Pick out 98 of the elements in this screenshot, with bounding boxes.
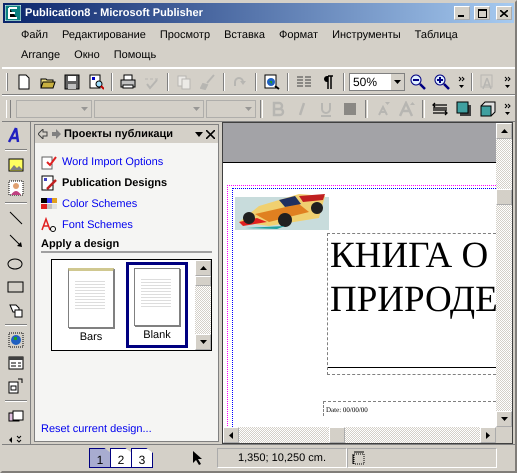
page-thumbnail (68, 268, 114, 328)
menu-item[interactable]: Окно (67, 46, 107, 65)
design-thumbnail[interactable]: Bars (60, 262, 122, 348)
scrollbar[interactable] (195, 260, 211, 350)
picture-frame-icon (8, 157, 24, 173)
close-button[interactable] (496, 6, 512, 20)
app-icon (5, 5, 21, 21)
color-swatches-icon (41, 196, 57, 212)
printer-icon (120, 74, 136, 90)
design-thumbnail[interactable]: Blank (126, 262, 188, 348)
dropdown-arrow-icon (193, 106, 200, 110)
section-heading: Apply a design (41, 238, 212, 253)
line-tool-icon (8, 210, 24, 226)
pointer-icon (193, 451, 203, 465)
globe-page-icon (264, 74, 280, 90)
cube-icon (480, 100, 496, 116)
task-link[interactable]: Word Import Options (35, 151, 218, 172)
import-pages-icon (41, 154, 57, 170)
scrollbar[interactable] (496, 123, 512, 427)
shrink-font-icon (375, 100, 391, 116)
up-arrow-icon (200, 266, 206, 270)
scroll-up-button[interactable] (195, 260, 211, 276)
menu-item[interactable]: Файл (14, 26, 56, 45)
chevron-icon (502, 100, 512, 116)
autoshapes-icon (8, 302, 24, 318)
menu-item[interactable]: Вставка (217, 26, 272, 45)
justify-icon (342, 100, 358, 116)
new-page-icon (16, 74, 32, 90)
task-link[interactable]: Color Schemes (35, 193, 218, 214)
scrollbar[interactable] (223, 427, 496, 443)
shadow-icon (456, 100, 472, 116)
gallery-cards-icon (8, 408, 24, 424)
task-pane-title: Проекты публикаци (64, 128, 174, 140)
arrow-tool-icon (8, 233, 24, 249)
page-tab[interactable]: 2 (110, 448, 132, 468)
globe-icon (8, 332, 24, 348)
scroll-left-button[interactable] (223, 427, 239, 443)
scroll-down-button[interactable] (195, 334, 211, 350)
menu-item[interactable]: Просмотр (152, 26, 218, 45)
zoom-in-icon (434, 74, 450, 90)
scroll-right-button[interactable] (480, 427, 496, 443)
dropdown-arrow-icon (245, 106, 252, 110)
close-icon[interactable] (206, 130, 215, 138)
task-link[interactable]: Publication Designs (35, 172, 218, 193)
minimize-button[interactable] (454, 6, 470, 20)
paintbrush-icon (200, 74, 216, 90)
zoom-field[interactable]: 50% (349, 72, 405, 90)
bold-icon (270, 100, 286, 116)
rectangle-tool-icon (7, 279, 25, 295)
scroll-up-button[interactable] (496, 123, 512, 139)
down-arrow-icon (500, 417, 508, 421)
menu-item[interactable]: Помощь (106, 46, 164, 65)
task-link[interactable]: Font Schemes (35, 214, 218, 235)
page-tab[interactable]: 1 (89, 448, 111, 468)
page-thumbnail (134, 268, 180, 326)
maximize-button[interactable] (474, 6, 490, 20)
scroll-thumb[interactable] (329, 427, 345, 443)
page-magnifier-icon (88, 74, 104, 90)
chevron-icon (502, 74, 512, 90)
close-icon (500, 10, 508, 16)
scroll-down-button[interactable] (496, 411, 512, 427)
down-arrow-icon (200, 340, 206, 344)
dropdown-arrow-icon[interactable] (195, 132, 203, 136)
size-icon (352, 451, 366, 465)
form-icon (8, 355, 24, 371)
menu-item[interactable]: Инструменты (325, 26, 408, 45)
back-arrow-icon[interactable] (38, 129, 48, 139)
right-arrow-icon (486, 432, 490, 438)
left-arrow-icon (229, 432, 233, 438)
position-text: 1,350; 10,250 cm. (238, 452, 326, 464)
window-title: Publication8 - Microsoft Publisher (25, 7, 204, 19)
dropdown-arrow-icon (81, 106, 88, 110)
insert-object-icon (8, 378, 24, 394)
chevron-icon (456, 74, 466, 90)
dropdown-arrow-icon (394, 80, 401, 84)
menu-item[interactable]: Формат (272, 26, 326, 45)
underline-icon (318, 100, 334, 116)
font-letters-icon (41, 216, 57, 232)
copy-icon (176, 74, 192, 90)
up-arrow-icon (500, 129, 508, 133)
title-text: ПРИРОДЕ (330, 278, 496, 322)
menu-item[interactable]: Редактирование (55, 26, 153, 45)
zoom-out-icon (410, 74, 426, 90)
page-tab[interactable]: 3 (131, 448, 153, 468)
design-brush-icon (41, 174, 57, 190)
maximize-icon (478, 8, 486, 18)
reset-design-link[interactable]: Reset current design... (41, 423, 212, 435)
title-text: КНИГА О (330, 234, 490, 278)
zoom-value: 50% (353, 74, 378, 88)
line-arrows-icon (432, 100, 448, 116)
menu-item[interactable]: Таблица (408, 26, 465, 45)
scroll-thumb[interactable] (496, 189, 512, 205)
oval-tool-icon (7, 256, 25, 272)
scroll-thumb[interactable] (195, 276, 211, 286)
menu-item[interactable]: Arrange (14, 46, 68, 65)
grow-font-icon (399, 100, 415, 116)
columns-icon (296, 74, 312, 90)
clip-art-person-icon (8, 180, 24, 196)
